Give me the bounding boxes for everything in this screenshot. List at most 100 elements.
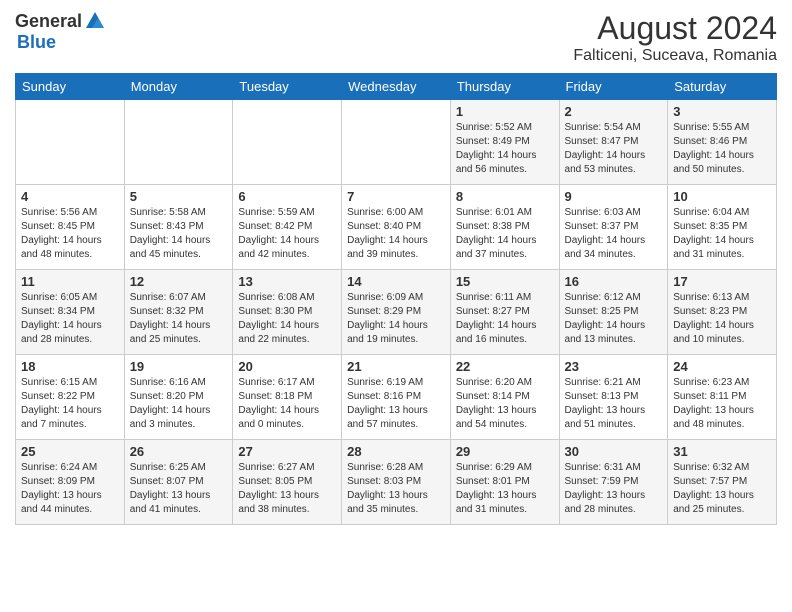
calendar-week-row: 4 Sunrise: 5:56 AMSunset: 8:45 PMDaylight… xyxy=(16,185,777,270)
day-number: 14 xyxy=(347,274,445,289)
day-of-week-header: Wednesday xyxy=(342,74,451,100)
day-number: 20 xyxy=(238,359,336,374)
calendar-cell: 13Sunrise: 6:08 AMSunset: 8:30 PMDayligh… xyxy=(233,270,342,355)
calendar-cell: 12 Sunrise: 6:07 AMSunset: 8:32 PMDayligh… xyxy=(124,270,233,355)
calendar-cell: 15Sunrise: 6:11 AMSunset: 8:27 PMDayligh… xyxy=(450,270,559,355)
day-of-week-header: Sunday xyxy=(16,74,125,100)
day-number: 27 xyxy=(238,444,336,459)
day-info: Sunrise: 6:29 AMSunset: 8:01 PMDaylight:… xyxy=(456,461,554,517)
day-info: Sunrise: 6:13 AMSunset: 8:23 PMDaylight:… xyxy=(673,291,771,347)
day-info: Sunrise: 6:17 AMSunset: 8:18 PMDaylight:… xyxy=(238,376,336,432)
calendar-cell: 5 Sunrise: 5:58 AMSunset: 8:43 PMDaylight… xyxy=(124,185,233,270)
day-info: Sunrise: 5:52 AMSunset: 8:49 PMDaylight:… xyxy=(456,121,554,177)
calendar-cell: 25 Sunrise: 6:24 AMSunset: 8:09 PMDayligh… xyxy=(16,440,125,525)
day-info: Sunrise: 6:25 AMSunset: 8:07 PMDaylight:… xyxy=(130,461,228,517)
day-info: Sunrise: 6:01 AMSunset: 8:38 PMDaylight:… xyxy=(456,206,554,262)
day-number: 3 xyxy=(673,104,771,119)
day-number: 25 xyxy=(21,444,119,459)
calendar-cell: 29 Sunrise: 6:29 AMSunset: 8:01 PMDayligh… xyxy=(450,440,559,525)
calendar-cell: 17 Sunrise: 6:13 AMSunset: 8:23 PMDayligh… xyxy=(668,270,777,355)
day-number: 7 xyxy=(347,189,445,204)
calendar-cell xyxy=(342,100,451,185)
day-number: 2 xyxy=(565,104,663,119)
day-info: Sunrise: 5:59 AMSunset: 8:42 PMDaylight:… xyxy=(238,206,336,262)
day-info: Sunrise: 6:31 AMSunset: 7:59 PMDaylight:… xyxy=(565,461,663,517)
day-info: Sunrise: 5:54 AMSunset: 8:47 PMDaylight:… xyxy=(565,121,663,177)
day-number: 19 xyxy=(130,359,228,374)
day-number: 17 xyxy=(673,274,771,289)
day-number: 30 xyxy=(565,444,663,459)
day-info: Sunrise: 6:09 AMSunset: 8:29 PMDaylight:… xyxy=(347,291,445,347)
day-info: Sunrise: 6:24 AMSunset: 8:09 PMDaylight:… xyxy=(21,461,119,517)
day-info: Sunrise: 6:11 AMSunset: 8:27 PMDaylight:… xyxy=(456,291,554,347)
day-of-week-header: Monday xyxy=(124,74,233,100)
day-info: Sunrise: 5:55 AMSunset: 8:46 PMDaylight:… xyxy=(673,121,771,177)
day-info: Sunrise: 6:00 AMSunset: 8:40 PMDaylight:… xyxy=(347,206,445,262)
day-info: Sunrise: 6:23 AMSunset: 8:11 PMDaylight:… xyxy=(673,376,771,432)
calendar-cell: 8 Sunrise: 6:01 AMSunset: 8:38 PMDaylight… xyxy=(450,185,559,270)
day-number: 11 xyxy=(21,274,119,289)
day-number: 22 xyxy=(456,359,554,374)
logo-icon xyxy=(84,10,106,32)
calendar-cell: 22Sunrise: 6:20 AMSunset: 8:14 PMDayligh… xyxy=(450,355,559,440)
day-number: 6 xyxy=(238,189,336,204)
day-number: 13 xyxy=(238,274,336,289)
day-info: Sunrise: 6:15 AMSunset: 8:22 PMDaylight:… xyxy=(21,376,119,432)
day-number: 28 xyxy=(347,444,445,459)
calendar-cell xyxy=(16,100,125,185)
calendar-cell: 31Sunrise: 6:32 AMSunset: 7:57 PMDayligh… xyxy=(668,440,777,525)
day-info: Sunrise: 6:07 AMSunset: 8:32 PMDaylight:… xyxy=(130,291,228,347)
day-number: 1 xyxy=(456,104,554,119)
calendar-cell: 21 Sunrise: 6:19 AMSunset: 8:16 PMDayligh… xyxy=(342,355,451,440)
day-number: 5 xyxy=(130,189,228,204)
calendar-table: SundayMondayTuesdayWednesdayThursdayFrid… xyxy=(15,73,777,525)
calendar-cell: 23 Sunrise: 6:21 AMSunset: 8:13 PMDayligh… xyxy=(559,355,668,440)
day-info: Sunrise: 6:19 AMSunset: 8:16 PMDaylight:… xyxy=(347,376,445,432)
calendar-cell: 4 Sunrise: 5:56 AMSunset: 8:45 PMDaylight… xyxy=(16,185,125,270)
calendar-cell: 18 Sunrise: 6:15 AMSunset: 8:22 PMDayligh… xyxy=(16,355,125,440)
day-of-week-header: Saturday xyxy=(668,74,777,100)
day-number: 21 xyxy=(347,359,445,374)
calendar-cell: 20 Sunrise: 6:17 AMSunset: 8:18 PMDayligh… xyxy=(233,355,342,440)
sub-title: Falticeni, Suceava, Romania xyxy=(573,47,777,65)
logo-blue-text: Blue xyxy=(17,32,56,53)
day-number: 23 xyxy=(565,359,663,374)
day-number: 31 xyxy=(673,444,771,459)
day-number: 10 xyxy=(673,189,771,204)
day-of-week-header: Thursday xyxy=(450,74,559,100)
day-info: Sunrise: 5:56 AMSunset: 8:45 PMDaylight:… xyxy=(21,206,119,262)
day-of-week-header: Friday xyxy=(559,74,668,100)
calendar-cell: 3 Sunrise: 5:55 AMSunset: 8:46 PMDaylight… xyxy=(668,100,777,185)
main-title: August 2024 xyxy=(573,10,777,47)
day-number: 24 xyxy=(673,359,771,374)
calendar-cell xyxy=(233,100,342,185)
day-number: 12 xyxy=(130,274,228,289)
day-info: Sunrise: 6:16 AMSunset: 8:20 PMDaylight:… xyxy=(130,376,228,432)
day-number: 16 xyxy=(565,274,663,289)
calendar-cell: 10Sunrise: 6:04 AMSunset: 8:35 PMDayligh… xyxy=(668,185,777,270)
day-info: Sunrise: 6:28 AMSunset: 8:03 PMDaylight:… xyxy=(347,461,445,517)
day-number: 18 xyxy=(21,359,119,374)
day-info: Sunrise: 5:58 AMSunset: 8:43 PMDaylight:… xyxy=(130,206,228,262)
day-number: 29 xyxy=(456,444,554,459)
calendar-cell: 30 Sunrise: 6:31 AMSunset: 7:59 PMDayligh… xyxy=(559,440,668,525)
calendar-cell: 9Sunrise: 6:03 AMSunset: 8:37 PMDaylight… xyxy=(559,185,668,270)
calendar-cell: 1 Sunrise: 5:52 AMSunset: 8:49 PMDaylight… xyxy=(450,100,559,185)
calendar-cell: 2 Sunrise: 5:54 AMSunset: 8:47 PMDaylight… xyxy=(559,100,668,185)
calendar-cell: 24 Sunrise: 6:23 AMSunset: 8:11 PMDayligh… xyxy=(668,355,777,440)
calendar-header: SundayMondayTuesdayWednesdayThursdayFrid… xyxy=(16,74,777,100)
calendar-cell: 26Sunrise: 6:25 AMSunset: 8:07 PMDayligh… xyxy=(124,440,233,525)
calendar-cell: 27Sunrise: 6:27 AMSunset: 8:05 PMDayligh… xyxy=(233,440,342,525)
calendar-cell: 28 Sunrise: 6:28 AMSunset: 8:03 PMDayligh… xyxy=(342,440,451,525)
day-info: Sunrise: 6:05 AMSunset: 8:34 PMDaylight:… xyxy=(21,291,119,347)
calendar-body: 1 Sunrise: 5:52 AMSunset: 8:49 PMDaylight… xyxy=(16,100,777,525)
day-number: 8 xyxy=(456,189,554,204)
calendar-cell: 11 Sunrise: 6:05 AMSunset: 8:34 PMDayligh… xyxy=(16,270,125,355)
calendar-cell: 6 Sunrise: 5:59 AMSunset: 8:42 PMDaylight… xyxy=(233,185,342,270)
day-number: 4 xyxy=(21,189,119,204)
calendar-cell: 16Sunrise: 6:12 AMSunset: 8:25 PMDayligh… xyxy=(559,270,668,355)
page-header: General Blue August 2024 Falticeni, Suce… xyxy=(15,10,777,65)
day-info: Sunrise: 6:21 AMSunset: 8:13 PMDaylight:… xyxy=(565,376,663,432)
logo-general-text: General xyxy=(15,11,82,32)
calendar-cell xyxy=(124,100,233,185)
